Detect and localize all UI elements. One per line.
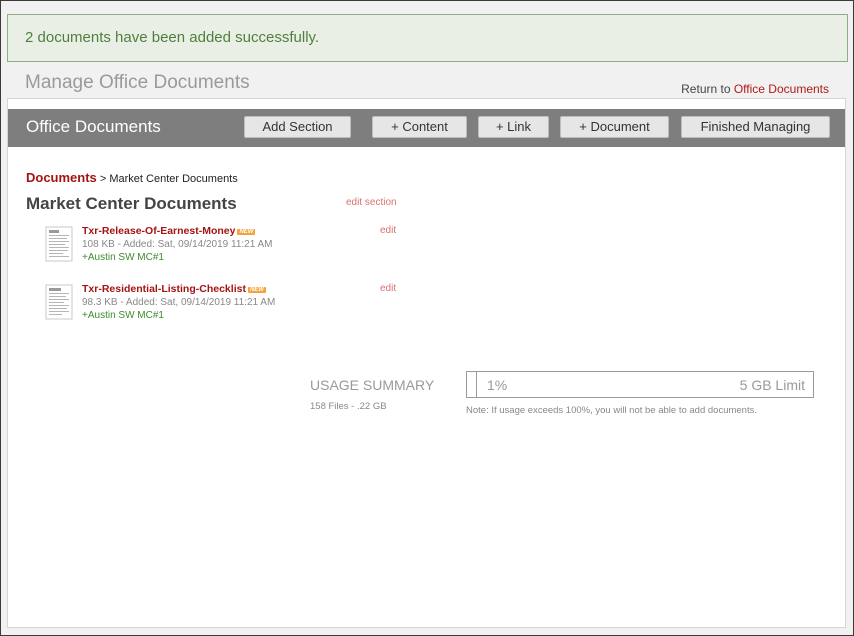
document-item: Txr-Residential-Listing-Checklist NEW 98.…	[44, 283, 404, 329]
document-name-link[interactable]: Txr-Residential-Listing-Checklist NEW	[82, 283, 266, 295]
document-name[interactable]: Txr-Release-Of-Earnest-Money	[82, 225, 235, 237]
section-title: Market Center Documents	[26, 194, 237, 213]
breadcrumb-separator: >	[99, 173, 107, 185]
edit-document-link[interactable]: edit	[380, 225, 396, 236]
document-item: Txr-Release-Of-Earnest-Money NEW 108 KB -…	[44, 225, 404, 271]
success-alert: 2 documents have been added successfully…	[7, 14, 848, 62]
usage-percent: 1%	[487, 377, 508, 393]
edit-section-link[interactable]: edit section	[346, 197, 397, 208]
main-panel: Office Documents Add Section + Content +…	[7, 98, 846, 628]
breadcrumb-documents-link[interactable]: Documents	[26, 170, 97, 185]
add-link-button[interactable]: + Link	[478, 116, 549, 138]
app-window: 2 documents have been added successfully…	[0, 0, 854, 636]
usage-summary-label: USAGE SUMMARY	[310, 377, 435, 393]
document-meta: 98.3 KB - Added: Sat, 09/14/2019 11:21 A…	[82, 297, 276, 308]
add-document-button[interactable]: + Document	[560, 116, 669, 138]
document-name[interactable]: Txr-Residential-Listing-Checklist	[82, 283, 246, 295]
breadcrumb: Documents > Market Center Documents	[26, 170, 238, 185]
return-office-documents-link[interactable]: Office Documents	[734, 82, 829, 96]
return-prefix: Return to	[681, 82, 731, 96]
new-badge: NEW	[247, 287, 266, 293]
add-section-button[interactable]: Add Section	[244, 116, 351, 138]
new-badge: NEW	[237, 229, 256, 235]
usage-note: Note: If usage exceeds 100%, you will no…	[466, 405, 757, 416]
edit-document-link[interactable]: edit	[380, 283, 396, 294]
document-owner: +Austin SW MC#1	[82, 252, 164, 263]
document-owner: +Austin SW MC#1	[82, 310, 164, 321]
toolbar: Office Documents Add Section + Content +…	[8, 109, 845, 147]
return-link-container: Return to Office Documents	[681, 82, 829, 96]
add-content-button[interactable]: + Content	[372, 116, 467, 138]
breadcrumb-current: Market Center Documents	[109, 173, 238, 185]
document-meta: 108 KB - Added: Sat, 09/14/2019 11:21 AM	[82, 239, 273, 250]
usage-progress-fill	[467, 372, 478, 397]
usage-progress-bar: 1% 5 GB Limit	[466, 371, 814, 398]
document-thumbnail-icon[interactable]	[44, 284, 74, 320]
finished-managing-button[interactable]: Finished Managing	[681, 116, 830, 138]
usage-counts: 158 Files - .22 GB	[310, 401, 387, 412]
document-name-link[interactable]: Txr-Release-Of-Earnest-Money NEW	[82, 225, 256, 237]
page-title: Manage Office Documents	[25, 72, 250, 93]
success-message: 2 documents have been added successfully…	[25, 29, 320, 46]
toolbar-title: Office Documents	[26, 117, 161, 136]
usage-limit: 5 GB Limit	[739, 377, 805, 393]
document-thumbnail-icon[interactable]	[44, 226, 74, 262]
